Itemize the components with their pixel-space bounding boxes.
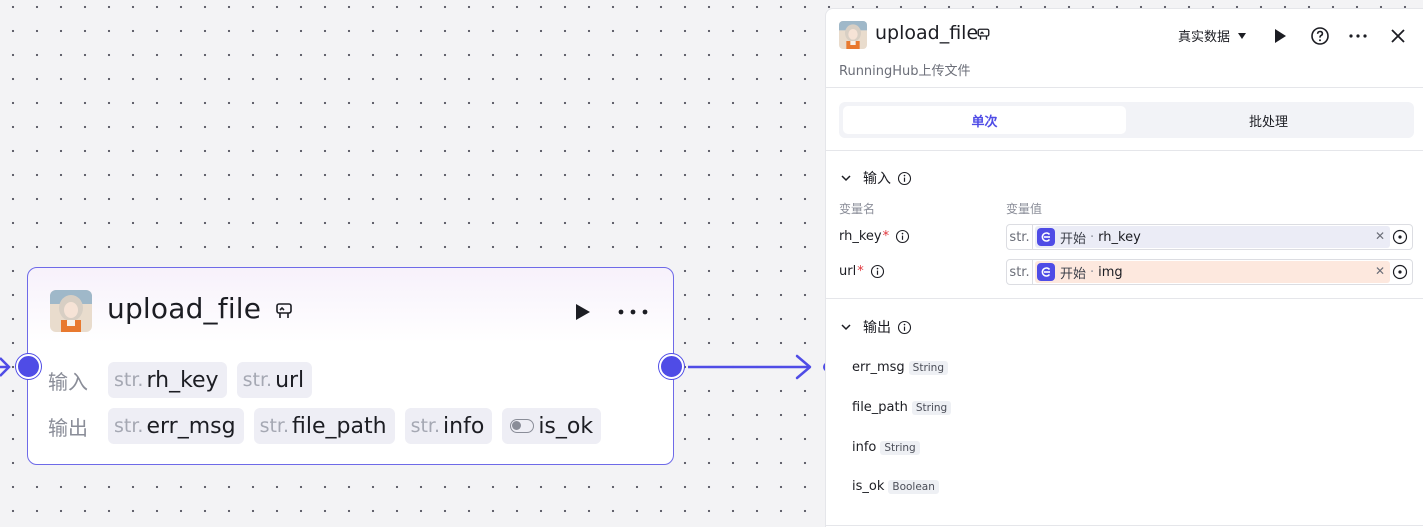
boolean-toggle-icon [510, 419, 535, 433]
chevron-down-icon [841, 175, 851, 182]
input-var-name: rh_key * [839, 229, 910, 244]
caret-down-icon [1238, 32, 1247, 39]
help-icon[interactable] [1310, 26, 1330, 46]
reference-variable: rh_key [1098, 229, 1141, 245]
column-header-value: 变量值 [1006, 202, 1043, 216]
node-outputs-row: 输出 str. err_msg str. file_path str. info… [48, 408, 611, 444]
tab-batch[interactable]: 批处理 [1127, 106, 1410, 134]
database-icon [276, 303, 292, 318]
chip-name: file_path [292, 413, 387, 439]
node-config-panel: upload_file 真实数据 RunningHub上传文件 单次 批处理 输… [825, 8, 1423, 527]
chip-name: err_msg [146, 413, 236, 439]
divider [826, 298, 1423, 299]
output-section-title: 输出 [863, 320, 891, 336]
input-section-header[interactable]: 输入 [839, 168, 912, 188]
info-icon[interactable] [897, 171, 912, 186]
reference-source: 开始 [1060, 266, 1087, 282]
node-input-chip: str. rh_key [108, 362, 227, 398]
upload-file-node[interactable]: upload_file 输入 str. rh_key str. url 输出 s… [27, 267, 674, 465]
variable-reference[interactable]: 开始 · img [1035, 261, 1390, 283]
chip-type: str. [259, 415, 290, 437]
output-var-row: info String [852, 440, 920, 455]
var-name-text: rh_key [839, 229, 882, 244]
node-input-label: 输入 [48, 369, 88, 394]
divider [826, 525, 1423, 526]
output-var-name: err_msg [852, 360, 905, 375]
reference-separator: · [1090, 264, 1095, 280]
divider [826, 150, 1423, 151]
chip-type: str. [242, 369, 273, 391]
panel-subtitle: RunningHub上传文件 [839, 64, 971, 79]
variable-reference[interactable]: 开始 · rh_key [1035, 226, 1390, 248]
start-flag-icon [1037, 263, 1055, 281]
node-input-port[interactable] [16, 354, 41, 379]
input-var-value[interactable]: str. 开始 · rh_key ✕ [1006, 224, 1413, 250]
output-section-header[interactable]: 输出 [839, 317, 912, 337]
node-inputs-row: 输入 str. rh_key str. url [48, 362, 322, 398]
required-mark: * [882, 229, 890, 244]
more-icon[interactable] [1348, 26, 1368, 46]
node-output-chip: str. info [404, 408, 493, 444]
info-icon[interactable] [895, 229, 910, 244]
data-mode-dropdown[interactable]: 真实数据 [1178, 26, 1247, 45]
output-var-name: file_path [852, 400, 908, 415]
incoming-edge-arrow [0, 357, 11, 377]
close-icon[interactable] [1388, 26, 1408, 46]
data-mode-label: 真实数据 [1178, 30, 1231, 45]
node-avatar [50, 290, 92, 332]
output-type-badge: String [880, 440, 920, 455]
panel-title: upload_file [875, 22, 979, 44]
reference-variable: img [1098, 264, 1123, 280]
node-output-label: 输出 [48, 415, 88, 440]
required-mark: * [857, 264, 864, 279]
clear-icon[interactable]: ✕ [1375, 229, 1385, 243]
chip-type: str. [114, 415, 144, 437]
input-var-value[interactable]: str. 开始 · img ✕ [1006, 259, 1413, 285]
more-icon[interactable] [616, 301, 650, 323]
node-title: upload_file [107, 292, 262, 325]
var-name-text: url [839, 264, 857, 279]
output-var-row: err_msg String [852, 360, 948, 375]
output-type-badge: Boolean [888, 479, 939, 494]
chip-name: is_ok [538, 413, 594, 439]
node-output-chip: str. file_path [253, 408, 395, 444]
output-var-row: file_path String [852, 400, 952, 415]
var-type: str. [1007, 225, 1033, 249]
node-output-chip: is_ok [502, 408, 602, 444]
chip-name: url [275, 367, 305, 393]
output-var-name: info [852, 440, 877, 455]
node-output-chip: str. err_msg [108, 408, 244, 444]
info-icon[interactable] [897, 320, 912, 335]
chip-name: rh_key [146, 367, 219, 393]
start-flag-icon [1037, 228, 1055, 246]
chip-type: str. [114, 369, 144, 391]
chip-type: str. [410, 415, 441, 437]
info-icon[interactable] [870, 264, 885, 279]
column-header-name: 变量名 [839, 202, 876, 216]
outgoing-edge-arrow [795, 354, 812, 380]
run-mode-tabs: 单次 批处理 [839, 102, 1414, 138]
play-icon[interactable] [1270, 26, 1290, 46]
node-input-chip: str. url [236, 362, 313, 398]
chevron-down-icon [841, 324, 851, 331]
output-var-row: is_ok Boolean [852, 479, 939, 494]
reference-source: 开始 [1060, 231, 1087, 247]
target-icon[interactable] [1392, 264, 1408, 280]
reference-separator: · [1090, 229, 1095, 245]
panel-avatar [839, 21, 867, 49]
target-icon[interactable] [1392, 229, 1408, 245]
output-var-name: is_ok [852, 479, 885, 494]
tab-single[interactable]: 单次 [843, 106, 1126, 134]
database-icon [977, 28, 990, 40]
output-type-badge: String [911, 400, 952, 415]
node-output-port[interactable] [659, 354, 684, 379]
var-type: str. [1007, 260, 1033, 284]
input-var-name: url * [839, 264, 885, 279]
input-section-title: 输入 [863, 171, 891, 187]
play-icon[interactable] [571, 301, 593, 323]
clear-icon[interactable]: ✕ [1375, 264, 1385, 278]
output-type-badge: String [908, 360, 948, 375]
chip-name: info [443, 413, 485, 439]
divider [826, 87, 1423, 88]
